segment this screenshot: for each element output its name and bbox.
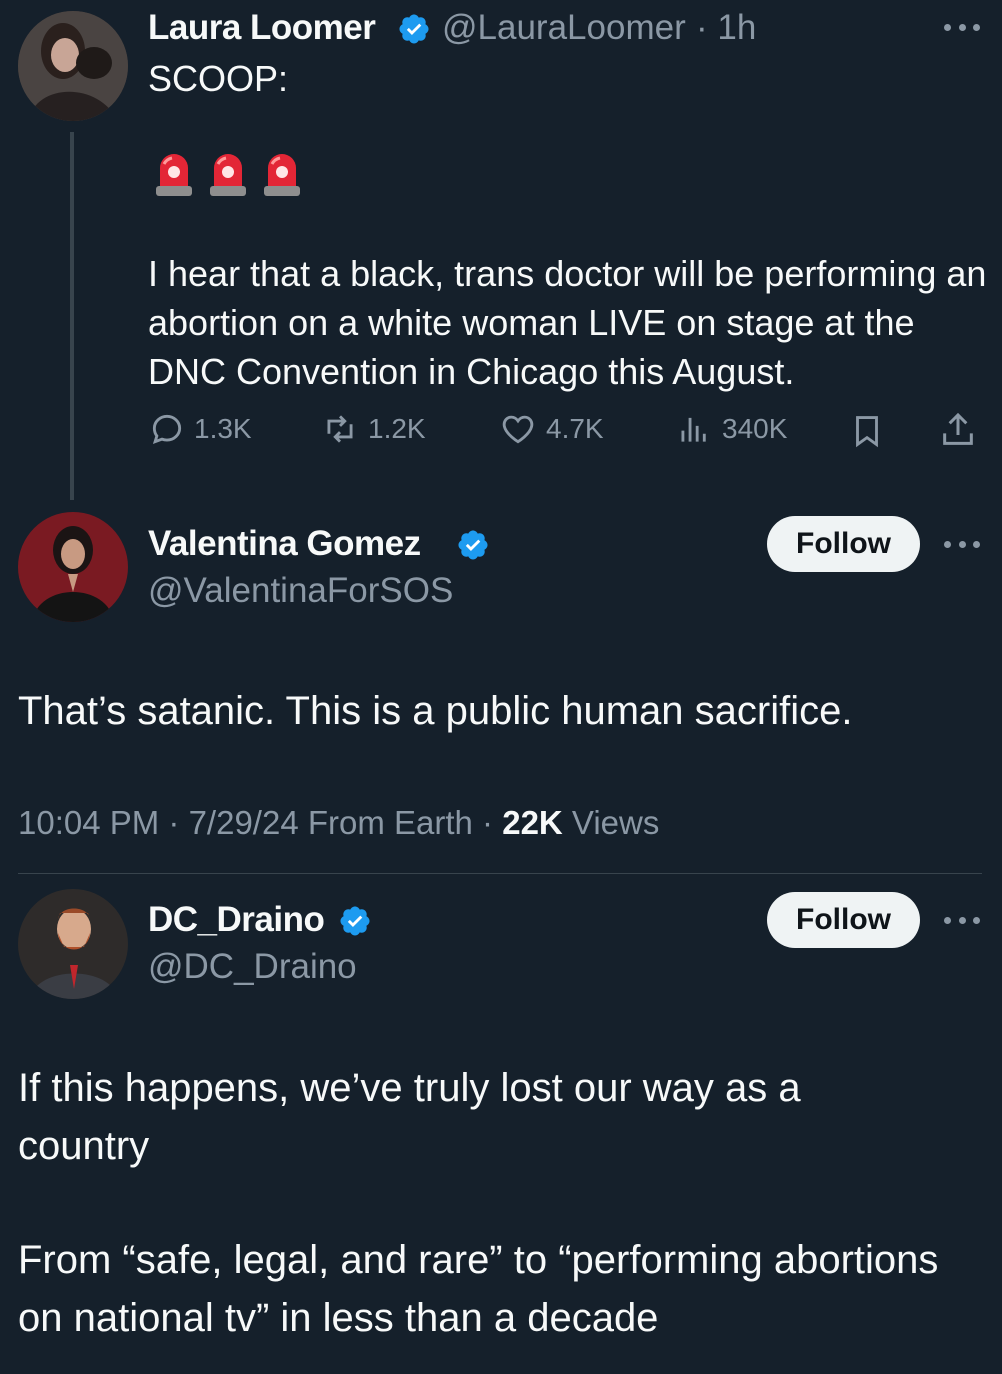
tweet-paragraph-2: From “safe, legal, and rare” to “perform…: [18, 1238, 939, 1340]
avatar[interactable]: [18, 512, 128, 622]
bookmark-icon[interactable]: [848, 410, 886, 452]
views-label: Views: [562, 804, 660, 841]
repost-icon: [327, 415, 353, 443]
siren-icon: [156, 154, 192, 196]
views-count: 340K: [722, 413, 788, 444]
verified-badge-icon: [399, 14, 429, 44]
follow-button[interactable]: Follow: [767, 516, 920, 572]
author-name[interactable]: DC_Draino: [148, 900, 325, 940]
author-handle[interactable]: @LauraLoomer: [442, 8, 686, 48]
views-button[interactable]: 340K: [674, 410, 787, 448]
siren-emojis: [154, 152, 316, 200]
like-count: 4.7K: [546, 413, 604, 444]
author-name[interactable]: Valentina Gomez: [148, 524, 421, 564]
divider: [18, 873, 982, 874]
tweet-paragraph-1: If this happens, we’ve truly lost our wa…: [18, 1066, 801, 1168]
more-options-icon[interactable]: [944, 912, 980, 928]
repost-button[interactable]: 1.2K: [320, 410, 426, 448]
tweet-body: That’s satanic. This is a public human s…: [18, 689, 853, 733]
reply-icon: [152, 414, 182, 445]
tweet-body: I hear that a black, trans doctor will b…: [148, 253, 997, 392]
verified-badge-icon: [458, 530, 488, 560]
reply-button[interactable]: 1.3K: [148, 410, 252, 448]
heart-icon: [502, 415, 534, 444]
like-button[interactable]: 4.7K: [498, 410, 604, 448]
verified-badge-icon: [340, 906, 370, 936]
tweet-metadata: 10:04 PM · 7/29/24 From Earth · 22K View…: [18, 802, 659, 844]
reply-count: 1.3K: [194, 413, 252, 444]
views-count[interactable]: 22K: [502, 804, 563, 841]
tweet-time[interactable]: · 1h: [696, 8, 756, 48]
author-handle[interactable]: @DC_Draino: [148, 947, 357, 987]
more-options-icon[interactable]: [944, 536, 980, 552]
timestamp[interactable]: 10:04 PM · 7/29/24 From Earth ·: [18, 804, 502, 841]
author-handle[interactable]: @ValentinaForSOS: [148, 571, 453, 611]
avatar[interactable]: [18, 889, 128, 999]
tweet-line-scoop: SCOOP:: [148, 58, 289, 99]
more-options-icon[interactable]: [944, 19, 980, 35]
views-chart-icon: [681, 417, 706, 442]
siren-icon: [210, 154, 246, 196]
follow-button[interactable]: Follow: [767, 892, 920, 948]
author-name[interactable]: Laura Loomer: [148, 8, 376, 48]
share-icon[interactable]: [938, 410, 978, 450]
siren-icon: [264, 154, 300, 196]
avatar[interactable]: [18, 11, 128, 121]
thread-line: [70, 132, 74, 500]
repost-count: 1.2K: [368, 413, 426, 444]
